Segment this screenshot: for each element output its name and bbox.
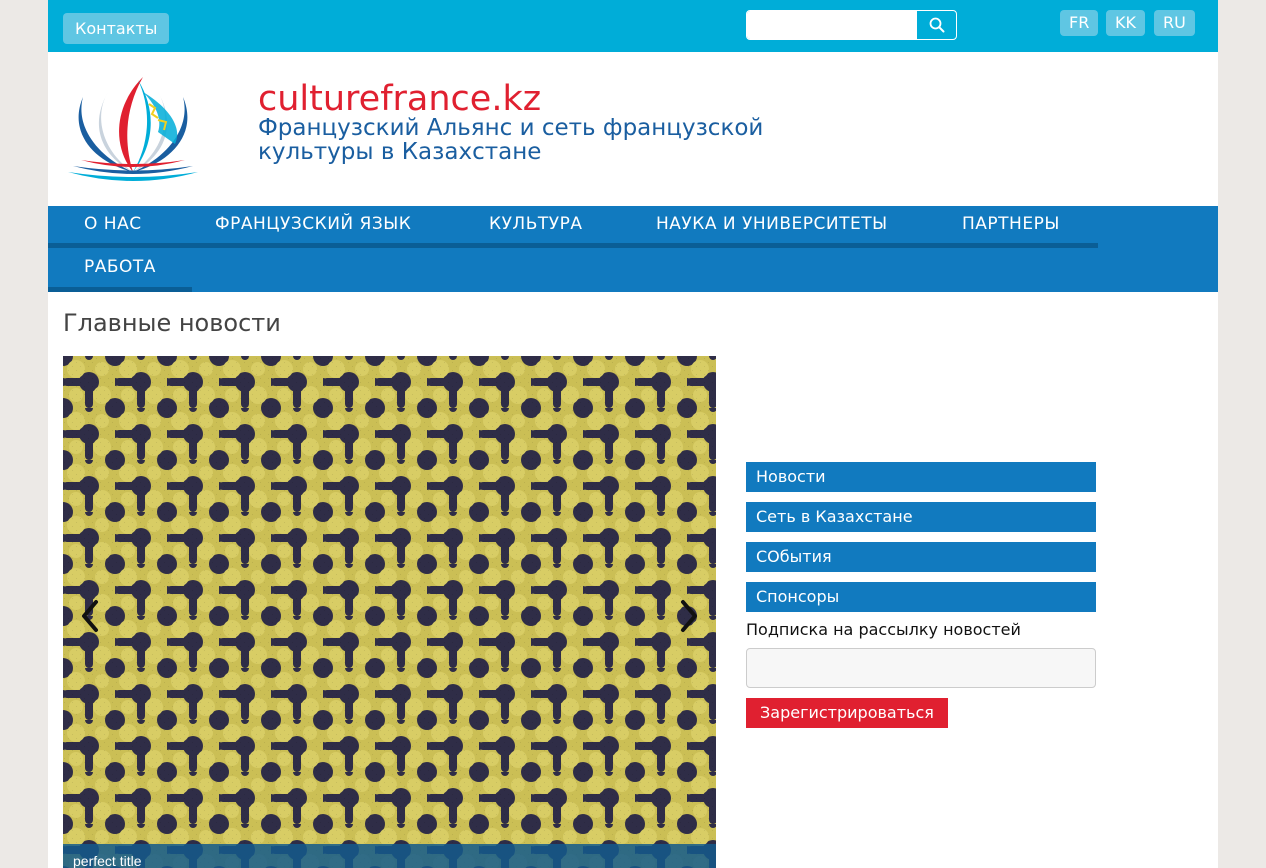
chevron-right-icon[interactable]: [674, 596, 704, 636]
site-subtitle: Французский Альянс и сеть французской ку…: [258, 115, 764, 165]
newsletter-label: Подписка на рассылку новостей: [746, 620, 1021, 639]
news-slider[interactable]: perfect title: [63, 356, 716, 868]
slide-image: [63, 356, 716, 868]
nav-item-science[interactable]: НАУКА И УНИВЕРСИТЕТЫ: [656, 214, 888, 234]
newsletter-email-field[interactable]: [746, 648, 1096, 688]
search-box: [746, 10, 957, 40]
search-icon: [929, 17, 944, 33]
nav-item-about[interactable]: О НАС: [84, 214, 142, 234]
site-title[interactable]: culturefrance.kz: [258, 79, 541, 119]
nav-item-culture[interactable]: КУЛЬТУРА: [489, 214, 583, 234]
site-logo[interactable]: [63, 72, 203, 184]
contacts-button[interactable]: Контакты: [63, 13, 170, 44]
lang-fr-button[interactable]: FR: [1060, 10, 1099, 36]
top-bar: Контакты FR KK RU: [48, 0, 1218, 52]
search-input[interactable]: [747, 11, 917, 39]
lang-ru-button[interactable]: RU: [1154, 10, 1195, 36]
nav-item-french-language[interactable]: ФРАНЦУЗСКИЙ ЯЗЫК: [215, 214, 411, 234]
lang-kk-button[interactable]: KK: [1106, 10, 1145, 36]
sidebar-link-sponsors[interactable]: Спонсоры: [746, 582, 1096, 612]
nav-item-jobs[interactable]: РАБОТА: [84, 257, 156, 277]
sidebar-link-network[interactable]: Сеть в Казахстане: [746, 502, 1096, 532]
chevron-left-icon[interactable]: [75, 596, 105, 636]
page-title: Главные новости: [63, 309, 281, 337]
page: Контакты FR KK RU culturefrance.kz Франц…: [48, 0, 1218, 868]
slide-caption[interactable]: perfect title: [73, 853, 141, 868]
sidebar-link-events[interactable]: СОбытия: [746, 542, 1096, 572]
search-button[interactable]: [917, 11, 956, 39]
nav-item-partners[interactable]: ПАРТНЕРЫ: [962, 214, 1060, 234]
slide-caption-bar: perfect title: [63, 844, 716, 868]
nav-underline: [48, 243, 1098, 248]
sidebar-link-news[interactable]: Новости: [746, 462, 1096, 492]
register-button[interactable]: Зарегистрироваться: [746, 698, 948, 728]
nav-underline: [48, 287, 192, 292]
